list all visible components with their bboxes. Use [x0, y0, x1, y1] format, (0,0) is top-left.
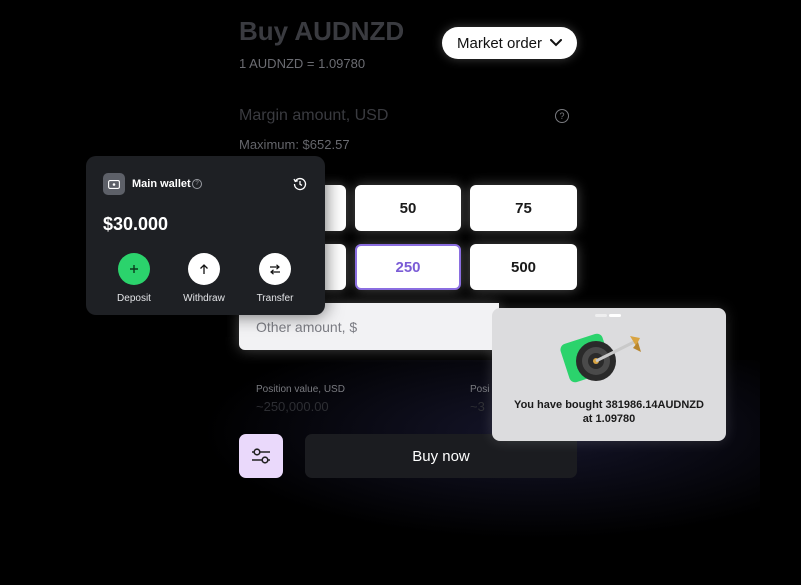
- transfer-button[interactable]: Transfer: [245, 253, 305, 304]
- transfer-icon: [259, 253, 291, 285]
- wallet-icon: [103, 173, 125, 195]
- chevron-down-icon: [550, 39, 563, 47]
- amount-button-75[interactable]: 75: [470, 185, 577, 231]
- page-title: Buy AUDNZD: [239, 16, 405, 46]
- trade-settings-button[interactable]: [239, 434, 283, 478]
- toast-line-1: You have bought 381986.14AUDNZD: [514, 399, 704, 411]
- purchase-toast: You have bought 381986.14AUDNZD at 1.097…: [492, 308, 726, 441]
- position-value-2-label: Posi: [470, 384, 490, 395]
- wallet-card: Main wallet ? $30.000 Deposit Withdraw T…: [86, 156, 325, 315]
- other-amount-placeholder: Other amount, $: [256, 318, 358, 335]
- deposit-button[interactable]: Deposit: [104, 253, 164, 304]
- exchange-rate: 1 AUDNZD = 1.09780: [239, 56, 366, 71]
- plus-icon: [118, 253, 150, 285]
- margin-label: Margin amount, USD: [239, 107, 389, 124]
- sliders-icon: [252, 448, 270, 464]
- deposit-label: Deposit: [117, 293, 151, 304]
- withdraw-label: Withdraw: [183, 293, 225, 304]
- history-icon[interactable]: [293, 177, 307, 196]
- toast-pager: [595, 314, 621, 317]
- wallet-balance: $30.000: [103, 214, 169, 234]
- maximum-label: Maximum: $652.57: [239, 137, 350, 152]
- position-value-label: Position value, USD: [256, 384, 345, 395]
- position-value-2: ~3: [470, 399, 485, 414]
- toast-line-2: at 1.09780: [582, 413, 636, 425]
- arrow-up-icon: [188, 253, 220, 285]
- toast-message: You have bought 381986.14AUDNZD at 1.097…: [492, 398, 726, 426]
- wallet-title: Main wallet: [132, 178, 191, 190]
- transfer-label: Transfer: [256, 293, 294, 304]
- amount-button-250[interactable]: 250: [355, 244, 461, 290]
- order-type-dropdown[interactable]: Market order: [442, 27, 577, 59]
- order-type-label: Market order: [456, 34, 543, 52]
- target-icon: [560, 333, 641, 383]
- amount-button-500[interactable]: 500: [470, 244, 577, 290]
- help-icon[interactable]: ?: [555, 109, 569, 123]
- position-value: ~250,000.00: [256, 399, 329, 414]
- amount-button-50[interactable]: 50: [355, 185, 461, 231]
- wallet-help-icon[interactable]: ?: [192, 179, 202, 189]
- withdraw-button[interactable]: Withdraw: [174, 253, 234, 304]
